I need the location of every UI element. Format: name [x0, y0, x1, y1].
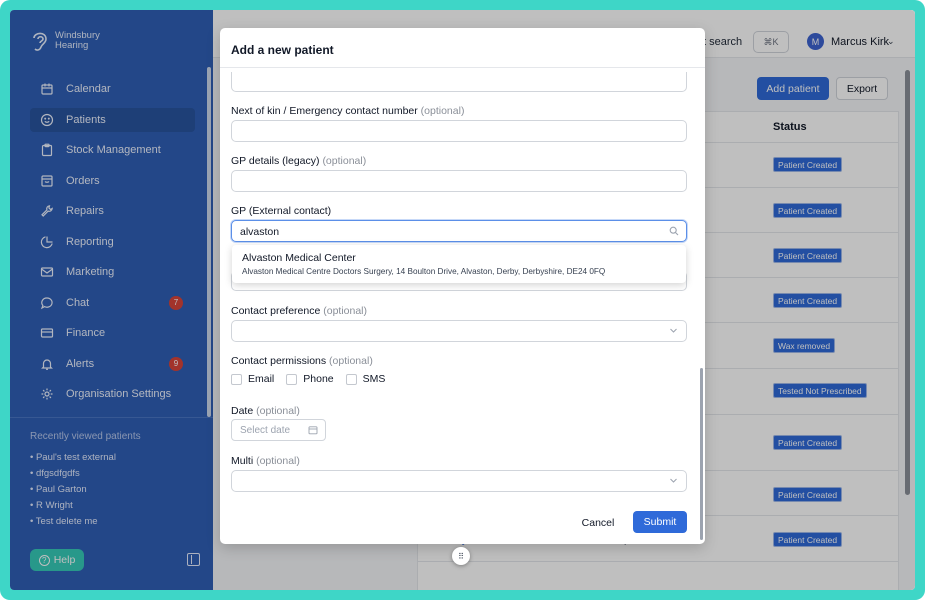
checkbox-box[interactable]	[286, 373, 298, 385]
submit-button[interactable]: Submit	[633, 511, 687, 533]
optional-hint: (optional)	[420, 105, 465, 117]
field-label-text: GP details (legacy)	[231, 155, 320, 167]
gp-legacy-label: GP details (legacy) (optional)	[231, 155, 366, 167]
checkbox-box[interactable]	[231, 373, 242, 385]
field-label-text: Date	[231, 405, 254, 417]
chevron-down-icon	[670, 328, 677, 333]
sms-permission-checkbox[interactable]: SMS	[345, 373, 386, 385]
gp-result-title[interactable]: Alvaston Medical Center	[242, 252, 356, 264]
phone-permission-checkbox[interactable]: Phone	[286, 373, 334, 385]
contact-permissions-group: Email Phone SMS	[231, 373, 397, 385]
checkbox-label: Phone	[303, 373, 334, 385]
multi-label: Multi (optional)	[231, 455, 300, 467]
add-patient-modal: Add a new patient Next of kin / Emergenc…	[220, 28, 705, 544]
optional-hint: (optional)	[256, 405, 300, 417]
cancel-button[interactable]: Cancel	[577, 512, 619, 534]
previous-field-input[interactable]	[231, 72, 687, 92]
calendar-icon	[308, 426, 318, 435]
app-window: Windsbury Hearing Calendar Patients Stoc…	[10, 10, 915, 590]
chevron-down-icon	[670, 478, 677, 483]
checkbox-box[interactable]	[345, 373, 357, 385]
next-of-kin-input[interactable]	[231, 120, 687, 142]
modal-title: Add a new patient	[231, 43, 334, 57]
checkbox-label: SMS	[362, 373, 386, 385]
modal-header: Add a new patient	[220, 28, 705, 68]
optional-hint: (optional)	[323, 305, 368, 317]
modal-scrollbar[interactable]	[700, 368, 703, 540]
date-placeholder: Select date	[240, 425, 291, 436]
drag-handle-icon[interactable]: ⠿	[452, 547, 470, 565]
window-frame: Windsbury Hearing Calendar Patients Stoc…	[0, 0, 925, 600]
gp-legacy-input[interactable]	[231, 170, 687, 192]
next-of-kin-label: Next of kin / Emergency contact number (…	[231, 105, 464, 117]
optional-hint: (optional)	[329, 355, 373, 367]
gp-result-address[interactable]: Alvaston Medical Centre Doctors Surgery,…	[242, 267, 605, 276]
sidebar-scrollbar[interactable]	[207, 67, 211, 417]
field-label-text: Contact permissions	[231, 355, 327, 367]
contact-permissions-label: Contact permissions (optional)	[231, 355, 373, 367]
gp-external-label: GP (External contact)	[231, 205, 332, 217]
gp-search-results-dropdown: Alvaston Medical Center Alvaston Medical…	[232, 245, 686, 283]
email-permission-checkbox[interactable]: Email	[231, 373, 274, 385]
field-label-text: Next of kin / Emergency contact number	[231, 105, 418, 117]
checkbox-label: Email	[248, 373, 275, 385]
date-label: Date (optional)	[231, 405, 300, 417]
contact-preference-label: Contact preference (optional)	[231, 305, 367, 317]
contact-preference-select[interactable]	[231, 320, 687, 342]
gp-search-value: alvaston	[240, 226, 280, 238]
field-label-text: Multi	[231, 455, 254, 467]
optional-hint: (optional)	[322, 155, 367, 167]
optional-hint: (optional)	[256, 455, 300, 467]
field-label-text: Contact preference	[231, 305, 321, 317]
gp-search-input[interactable]: alvaston	[231, 220, 687, 242]
multi-select[interactable]	[231, 470, 687, 492]
search-icon	[669, 226, 679, 236]
date-picker-input[interactable]: Select date	[231, 419, 326, 441]
